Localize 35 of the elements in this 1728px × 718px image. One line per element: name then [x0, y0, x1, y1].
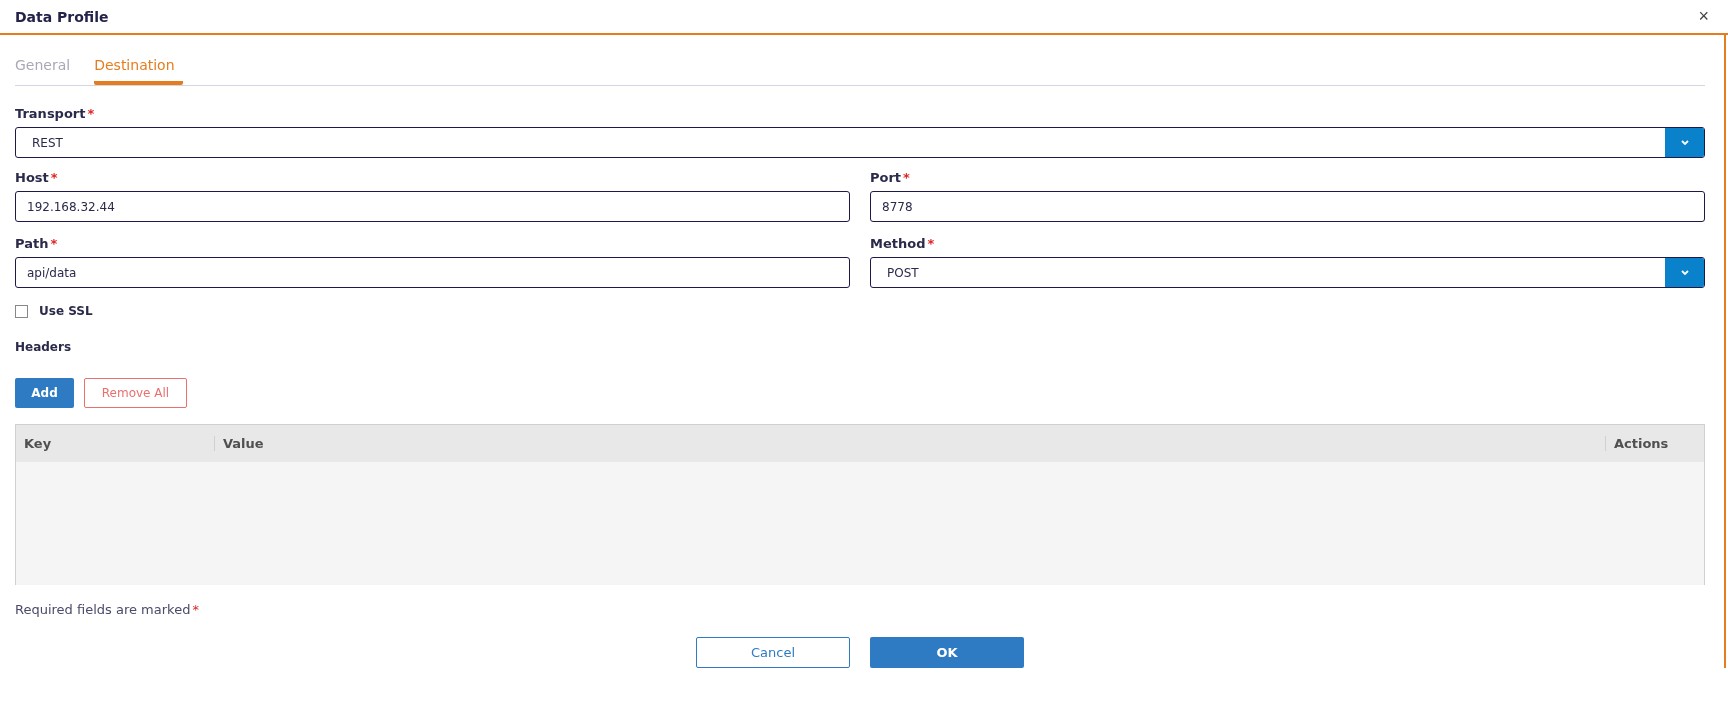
- required-mark: *: [927, 236, 935, 251]
- transport-dropdown[interactable]: REST: [15, 127, 1705, 158]
- input-field[interactable]: 192.168.32.44: [15, 191, 850, 222]
- ok-button[interactable]: OK: [870, 637, 1024, 668]
- column-header: Value: [214, 436, 1605, 451]
- required-mark: *: [192, 602, 199, 617]
- close-button[interactable]: ×: [1694, 6, 1713, 27]
- column-header: Actions: [1605, 436, 1704, 451]
- checkbox-label: Use SSL: [39, 304, 93, 318]
- field-label: Method: [870, 236, 926, 251]
- cancel-button[interactable]: Cancel: [696, 637, 850, 668]
- required-mark: *: [50, 170, 58, 185]
- checkbox[interactable]: [15, 304, 28, 318]
- field-label: Host: [15, 170, 49, 185]
- field-value: POST: [886, 265, 919, 280]
- input-field[interactable]: 8778: [870, 191, 1705, 222]
- dropdown-field[interactable]: POST: [870, 257, 1705, 288]
- chevron-down-icon[interactable]: [1665, 258, 1704, 287]
- required-mark: *: [903, 170, 910, 185]
- field-value: 192.168.32.44: [26, 199, 115, 214]
- chevron-down-icon[interactable]: [1665, 128, 1704, 157]
- field-label: Path: [15, 236, 49, 251]
- field-label: Port: [870, 170, 902, 185]
- required-note: Required fields are marked: [15, 602, 191, 617]
- field-value: 8778: [881, 199, 913, 214]
- add-button[interactable]: Add: [15, 378, 74, 408]
- dropdown-value: REST: [31, 135, 63, 150]
- input-field[interactable]: api/data: [15, 257, 850, 288]
- section-heading: Headers: [15, 340, 73, 354]
- required-mark: *: [50, 236, 58, 251]
- required-mark: *: [87, 106, 95, 121]
- column-header: Key: [23, 436, 53, 451]
- field-value: api/data: [26, 265, 77, 280]
- dialog-title: Data Profile: [15, 8, 109, 25]
- field-label: Transport: [15, 106, 86, 121]
